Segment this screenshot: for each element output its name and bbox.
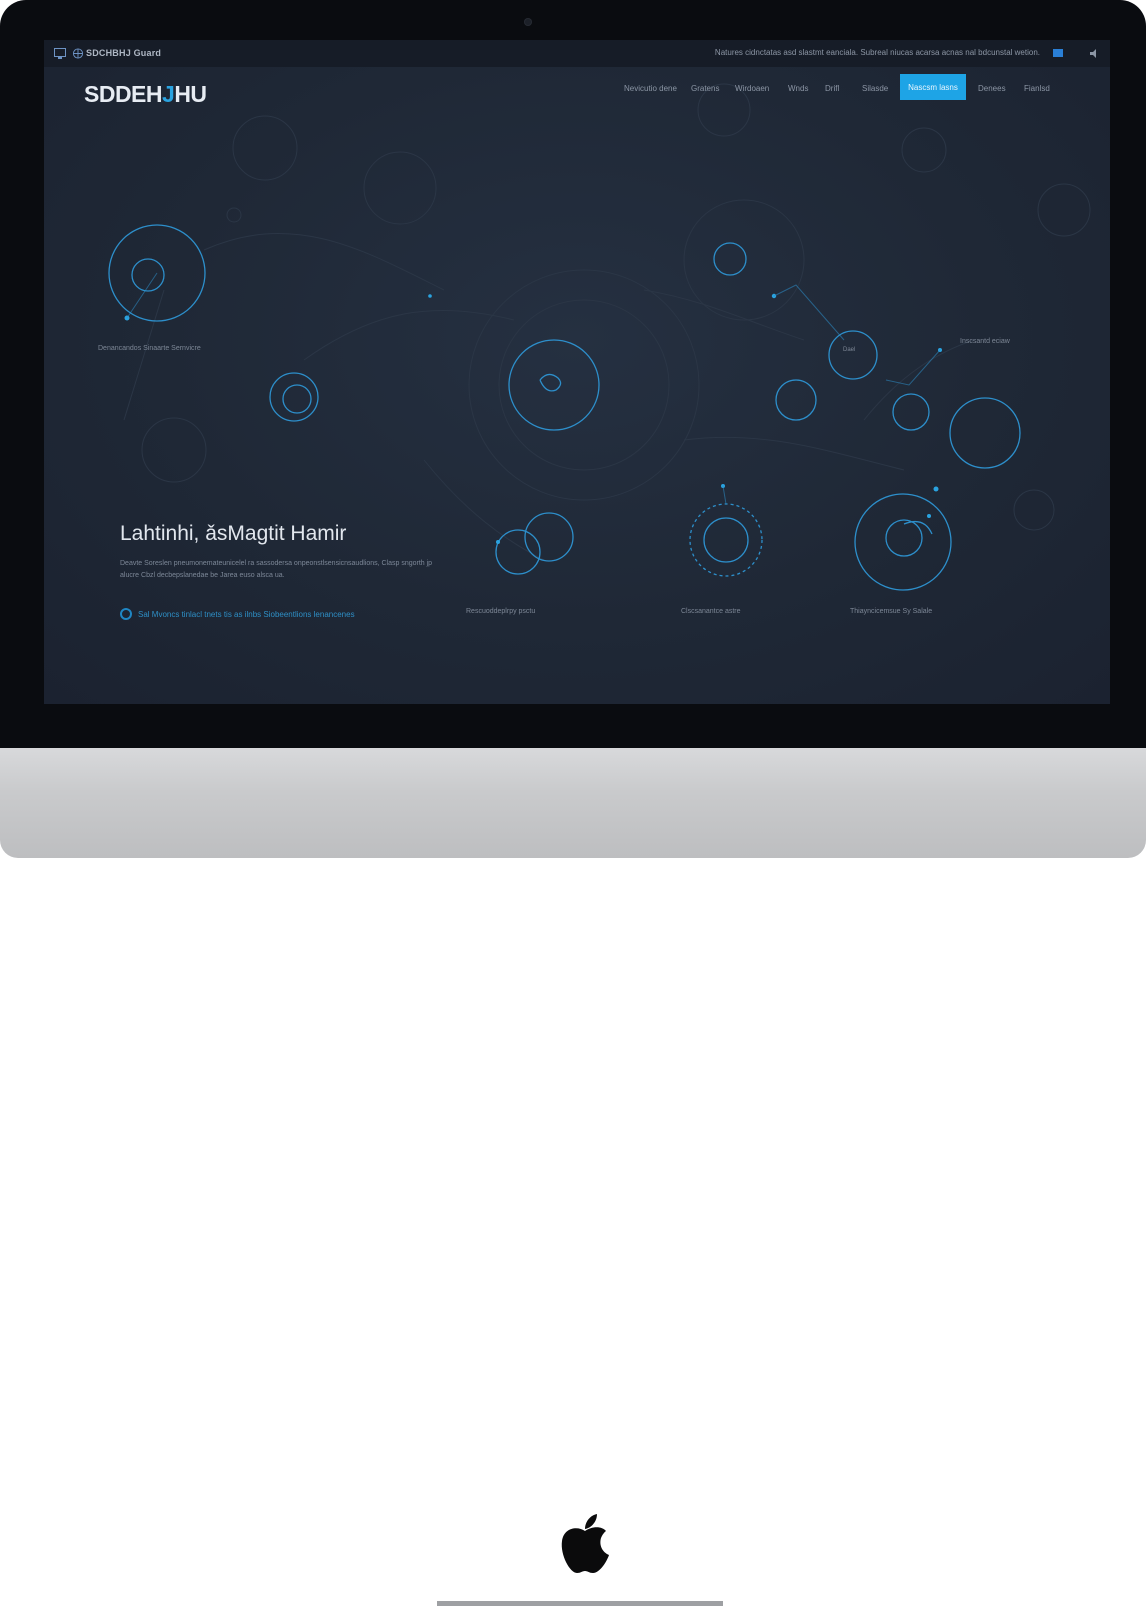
nav-item-6[interactable]: Silasde (862, 84, 888, 93)
left-node-caption: Denancandos Sinaarte Sernvicre (98, 345, 201, 352)
stand-edge (437, 1601, 723, 1606)
circle-icon (120, 608, 132, 620)
monitor-bezel: SDCHBHJ Guard Natures cidnctatas asd sla… (0, 0, 1146, 748)
hero-link[interactable]: Sal Mvoncs tinlacl tnets tis as ilnbs Si… (120, 608, 355, 620)
nav-cta-button[interactable]: Nascsm lasns (900, 74, 966, 100)
nav-item-1[interactable]: Nevicutio dene (624, 84, 677, 93)
nav-item-5[interactable]: Drifl (825, 84, 839, 93)
apple-logo-icon (561, 1514, 609, 1573)
top-bar-notice: Natures cidnctatas asd slastmt eanciala.… (714, 48, 1040, 57)
network-illustration (108, 83, 1091, 591)
mini-node-label: Dael (843, 347, 856, 353)
webcam-icon (524, 18, 532, 26)
top-info-bar: SDCHBHJ Guard Natures cidnctatas asd sla… (44, 40, 1110, 67)
nav-item-3[interactable]: Wirdoaen (735, 84, 769, 93)
nav-item-2[interactable]: Gratens (691, 84, 719, 93)
speaker-icon[interactable] (1088, 48, 1100, 59)
feature-caption-1: Rescuoddeplrpy psctu (466, 608, 536, 615)
top-bar-label: SDCHBHJ Guard (86, 48, 162, 58)
flag-icon[interactable] (1052, 48, 1064, 59)
nav-item-7[interactable]: Denees (978, 84, 1006, 93)
feature-caption-2: Clscsanantce astre (681, 608, 741, 615)
hero-title: Lahtinhi, ǎsMagtit Hamir (120, 522, 347, 545)
feature-caption-3: Thiayncicemsue Sy Salale (850, 608, 933, 615)
monitor-icon (54, 48, 66, 59)
nav-item-8[interactable]: Fianlsd (1024, 84, 1050, 93)
website-screen: SDCHBHJ Guard Natures cidnctatas asd sla… (44, 40, 1110, 704)
hero-link-label: Sal Mvoncs tinlacl tnets tis as ilnbs Si… (138, 609, 355, 619)
monitor-chin (0, 748, 1146, 1606)
right-node-caption: Inscsantd eciaw (960, 338, 1010, 345)
globe-icon (72, 48, 84, 59)
hero-subtitle: Deavte Soreslen pneumonemateunicelel ra … (120, 560, 433, 579)
main-navigation: Nevicutio dene Gratens Wirdoaen Wnds Dri… (44, 74, 1110, 101)
nav-item-4[interactable]: Wnds (788, 84, 808, 93)
